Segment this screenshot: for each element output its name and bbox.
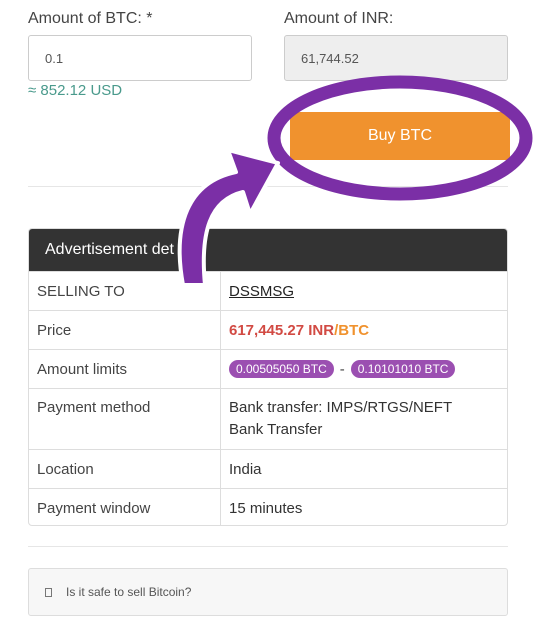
usd-equivalent: ≈ 852.12 USD xyxy=(28,82,123,99)
max-limit-badge: 0.10101010 BTC xyxy=(350,360,456,378)
table-row: SELLING TO DSSMSG xyxy=(29,271,507,311)
divider xyxy=(28,186,508,187)
divider xyxy=(28,546,508,547)
row-label: Price xyxy=(37,321,72,339)
faq-question: Is it safe to sell Bitcoin? xyxy=(66,585,192,599)
table-row: Amount limits 0.00505050 BTC -0.10101010 … xyxy=(29,349,507,389)
buy-btc-button[interactable]: Buy BTC xyxy=(290,112,510,160)
price-inr: 617,445.27 INR xyxy=(229,321,335,339)
panel-title: Advertisement det xyxy=(45,241,174,258)
inr-amount-input[interactable]: 61,744.52 xyxy=(284,35,508,81)
advertisement-details-panel: Advertisement det SELLING TO DSSMSG Pric… xyxy=(28,228,508,526)
inr-amount-value: 61,744.52 xyxy=(301,50,359,66)
row-label: Payment window xyxy=(37,499,151,517)
payment-method-line: Bank Transfer xyxy=(229,421,323,438)
row-label: Amount limits xyxy=(37,360,128,378)
table-row: Price 617,445.27 INR / BTC xyxy=(29,310,507,350)
price-btc: BTC xyxy=(338,321,370,339)
min-limit-badge: 0.00505050 BTC xyxy=(229,360,334,378)
row-label: Payment method xyxy=(37,399,151,416)
payment-window-value: 15 minutes xyxy=(229,499,303,517)
row-label: Location xyxy=(37,460,94,478)
panel-header: Advertisement det xyxy=(29,229,507,271)
btc-amount-value: 0.1 xyxy=(45,50,64,66)
row-label: SELLING TO xyxy=(37,282,125,300)
payment-method-line: Bank transfer: IMPS/RTGS/NEFT xyxy=(229,399,453,416)
btc-amount-input[interactable]: 0.1 xyxy=(28,35,252,81)
details-table: SELLING TO DSSMSG Price 617,445.27 INR / B… xyxy=(29,271,507,525)
table-row: Payment window 15 minutes xyxy=(29,488,507,525)
limit-separator: - xyxy=(339,360,345,378)
table-row: Payment method Bank transfer: IMPS/RTGS/… xyxy=(29,388,507,450)
btc-amount-label: Amount of BTC: * xyxy=(28,10,153,27)
seller-link[interactable]: DSSMSG xyxy=(229,283,294,300)
table-row: Location India xyxy=(29,449,507,489)
document-icon xyxy=(45,587,52,597)
faq-item[interactable]: Is it safe to sell Bitcoin? xyxy=(28,568,508,616)
inr-amount-label: Amount of INR: xyxy=(284,10,394,27)
location-value: India xyxy=(229,460,262,478)
